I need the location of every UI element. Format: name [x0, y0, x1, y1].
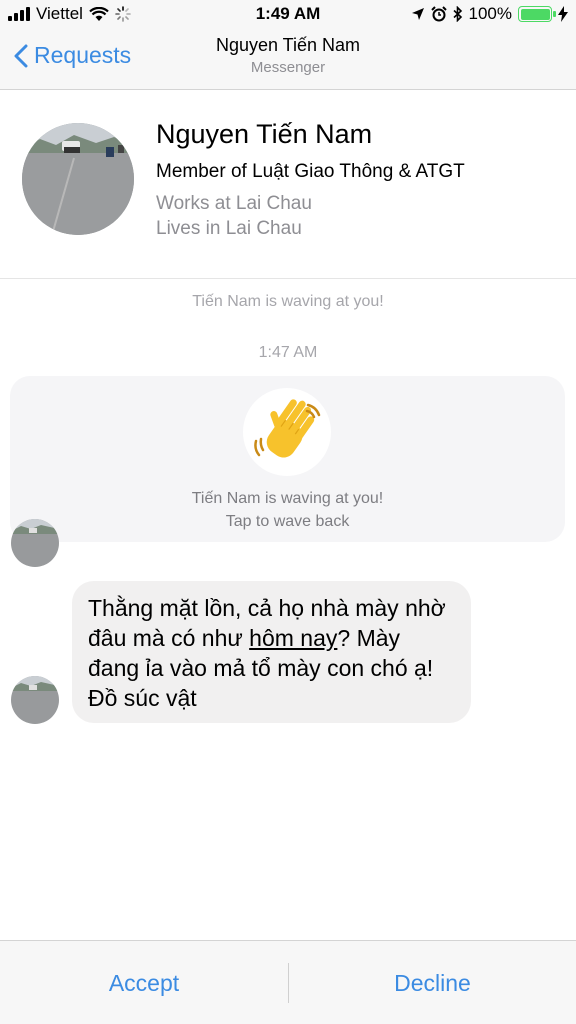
nav-bar: Requests Nguyen Tiến Nam Messenger: [0, 30, 576, 90]
request-action-bar: Accept Decline: [0, 940, 576, 1024]
battery-percent: 100%: [468, 4, 512, 23]
wave-card-text: Tiến Nam is waving at you!: [191, 490, 384, 507]
message-timestamp: 1:47 AM: [258, 344, 318, 361]
profile-membership: Member of Luật Giao Thông & ATGT: [156, 161, 465, 182]
wave-card[interactable]: Tiến Nam is waving at you! Tap to wave b…: [10, 376, 565, 542]
accept-button[interactable]: Accept: [0, 941, 288, 1024]
nav-title: Nguyen Tiến Nam: [215, 35, 361, 55]
wave-back-button[interactable]: Tap to wave back: [10, 513, 565, 531]
bluetooth-icon: [452, 6, 462, 22]
profile-header: Nguyen Tiến Nam Member of Luật Giao Thôn…: [0, 91, 576, 279]
sender-avatar[interactable]: [11, 519, 59, 567]
status-right: 100%: [411, 4, 568, 24]
alarm-icon: [430, 6, 447, 22]
avatar-photo: [22, 123, 134, 235]
charging-icon: [558, 6, 568, 22]
waving-note: Tiến Nam is waving at you!: [192, 293, 384, 310]
status-bar: Viettel 1:49 AM 100%: [0, 0, 576, 30]
message-link[interactable]: hôm nay: [249, 625, 337, 651]
profile-work: Works at Lai Chau: [156, 193, 312, 214]
profile-location: Lives in Lai Chau: [156, 218, 302, 239]
message-bubble[interactable]: Thằng mặt lồn, cả họ nhà mày nhờ đâu mà …: [72, 581, 471, 723]
sender-avatar[interactable]: [11, 676, 59, 724]
profile-avatar[interactable]: [22, 123, 134, 235]
decline-button[interactable]: Decline: [289, 941, 576, 1024]
battery-fill: [520, 8, 550, 20]
wave-hand-icon[interactable]: [243, 388, 331, 476]
profile-name: Nguyen Tiến Nam: [156, 119, 373, 149]
location-icon: [411, 8, 424, 20]
nav-subtitle: Messenger: [250, 59, 326, 76]
battery-icon: [518, 6, 556, 22]
